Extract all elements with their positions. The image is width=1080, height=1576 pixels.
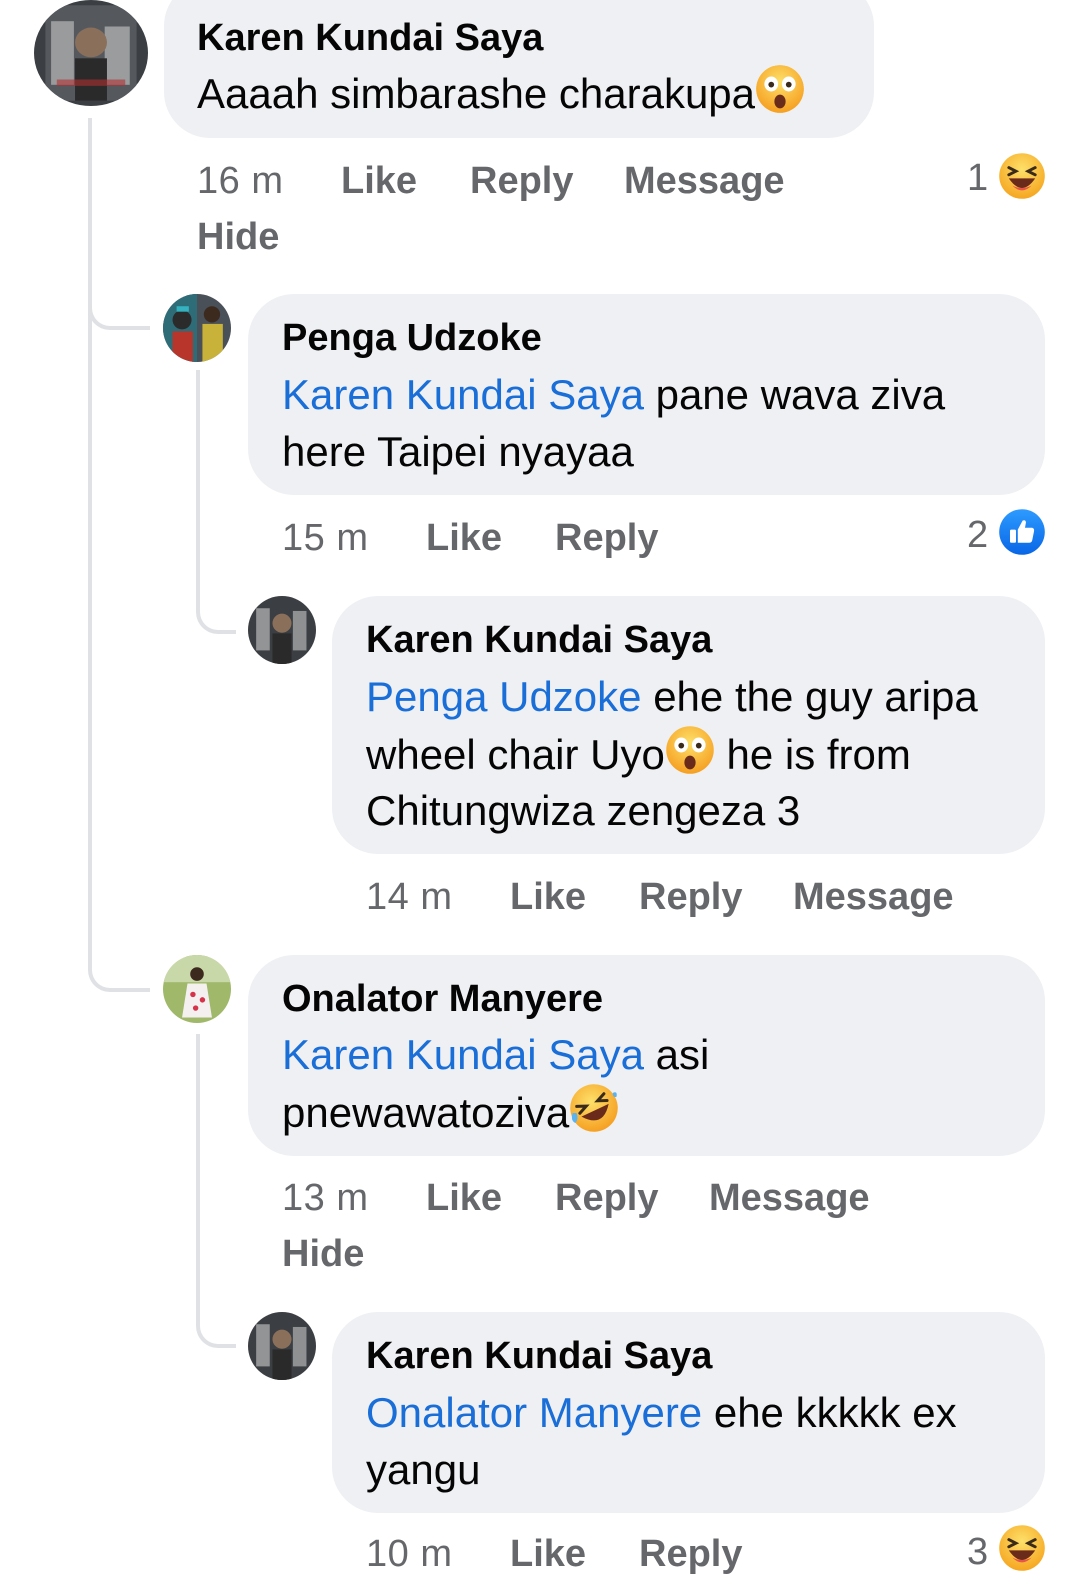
message-button[interactable]: Message (709, 1176, 870, 1220)
reply-button[interactable]: Reply (639, 875, 742, 919)
like-button[interactable]: Like (510, 875, 586, 919)
avatar[interactable] (248, 1312, 316, 1380)
comment-timestamp[interactable]: 13 m (282, 1176, 368, 1220)
comment-text: Karen Kundai Saya pane wava ziva (282, 366, 945, 423)
comment-text-body: asi (643, 1031, 710, 1078)
mention-link[interactable]: Karen Kundai Saya (282, 371, 644, 418)
comment-timestamp[interactable]: 14 m (366, 875, 452, 919)
laughing-face-icon[interactable] (998, 1524, 1046, 1572)
thumbs-up-icon[interactable] (998, 508, 1046, 556)
avatar[interactable] (34, 0, 148, 106)
reaction-count[interactable]: 1 (967, 156, 988, 200)
reaction-count[interactable]: 3 (967, 1530, 988, 1574)
comment-text-segment: wheel chair Uyo (366, 731, 665, 778)
thread-line-reply-2 (196, 1034, 236, 1348)
thread-line-main-2 (88, 118, 150, 992)
rolling-laughing-face-icon (569, 1083, 619, 1133)
comment-text-line: pnewawatoziva (282, 1083, 619, 1141)
message-button[interactable]: Message (624, 159, 785, 203)
comment-timestamp[interactable]: 15 m (282, 516, 368, 560)
comment-author[interactable]: Karen Kundai Saya (366, 1334, 712, 1378)
hide-button[interactable]: Hide (197, 215, 279, 259)
comment-author[interactable]: Penga Udzoke (282, 316, 542, 360)
comment-author[interactable]: Karen Kundai Saya (366, 618, 712, 662)
like-button[interactable]: Like (426, 1176, 502, 1220)
comment-author[interactable]: Karen Kundai Saya (197, 16, 543, 60)
comment-text-body: ehe the guy aripa (641, 673, 978, 720)
mention-link[interactable]: Penga Udzoke (366, 673, 642, 720)
comment-timestamp[interactable]: 16 m (197, 159, 283, 203)
like-button[interactable]: Like (510, 1532, 586, 1576)
comment-text-segment: he is from (714, 731, 911, 778)
hide-button[interactable]: Hide (282, 1232, 364, 1276)
comment-text-body: Aaaah simbarashe charakupa (197, 70, 756, 117)
comment-text: Karen Kundai Saya asi (282, 1026, 709, 1083)
mention-link[interactable]: Karen Kundai Saya (282, 1031, 644, 1078)
comment-author[interactable]: Onalator Manyere (282, 977, 603, 1021)
comment-text-body: pane wava ziva (643, 371, 946, 418)
comment-text-line: Chitungwiza zengeza 3 (366, 787, 801, 834)
reaction-count[interactable]: 2 (967, 513, 988, 557)
comment-text: Aaaah simbarashe charakupa (197, 64, 805, 122)
like-button[interactable]: Like (426, 516, 502, 560)
comment-text-line: here Taipei nyayaa (282, 428, 634, 475)
reply-button[interactable]: Reply (555, 1176, 658, 1220)
thread-line-reply-1 (196, 370, 236, 634)
comment-text-line: wheel chair Uyo he is from (366, 725, 911, 783)
comment-timestamp[interactable]: 10 m (366, 1532, 452, 1576)
reply-button[interactable]: Reply (639, 1532, 742, 1576)
avatar[interactable] (248, 596, 316, 664)
avatar[interactable] (163, 294, 231, 362)
comment-text: Onalator Manyere ehe kkkkk ex (366, 1384, 957, 1441)
astonished-face-icon (755, 64, 805, 114)
avatar[interactable] (163, 955, 231, 1023)
comment-text: Penga Udzoke ehe the guy aripa (366, 668, 978, 725)
laughing-face-icon[interactable] (998, 152, 1046, 200)
comment-text-body: ehe kkkkk ex (702, 1389, 957, 1436)
reply-button[interactable]: Reply (555, 516, 658, 560)
astonished-face-icon (665, 725, 715, 775)
comment-text-segment: pnewawatoziva (282, 1089, 570, 1136)
mention-link[interactable]: Onalator Manyere (366, 1389, 702, 1436)
message-button[interactable]: Message (793, 875, 954, 919)
like-button[interactable]: Like (341, 159, 417, 203)
comment-text-line: yangu (366, 1446, 481, 1493)
reply-button[interactable]: Reply (470, 159, 573, 203)
